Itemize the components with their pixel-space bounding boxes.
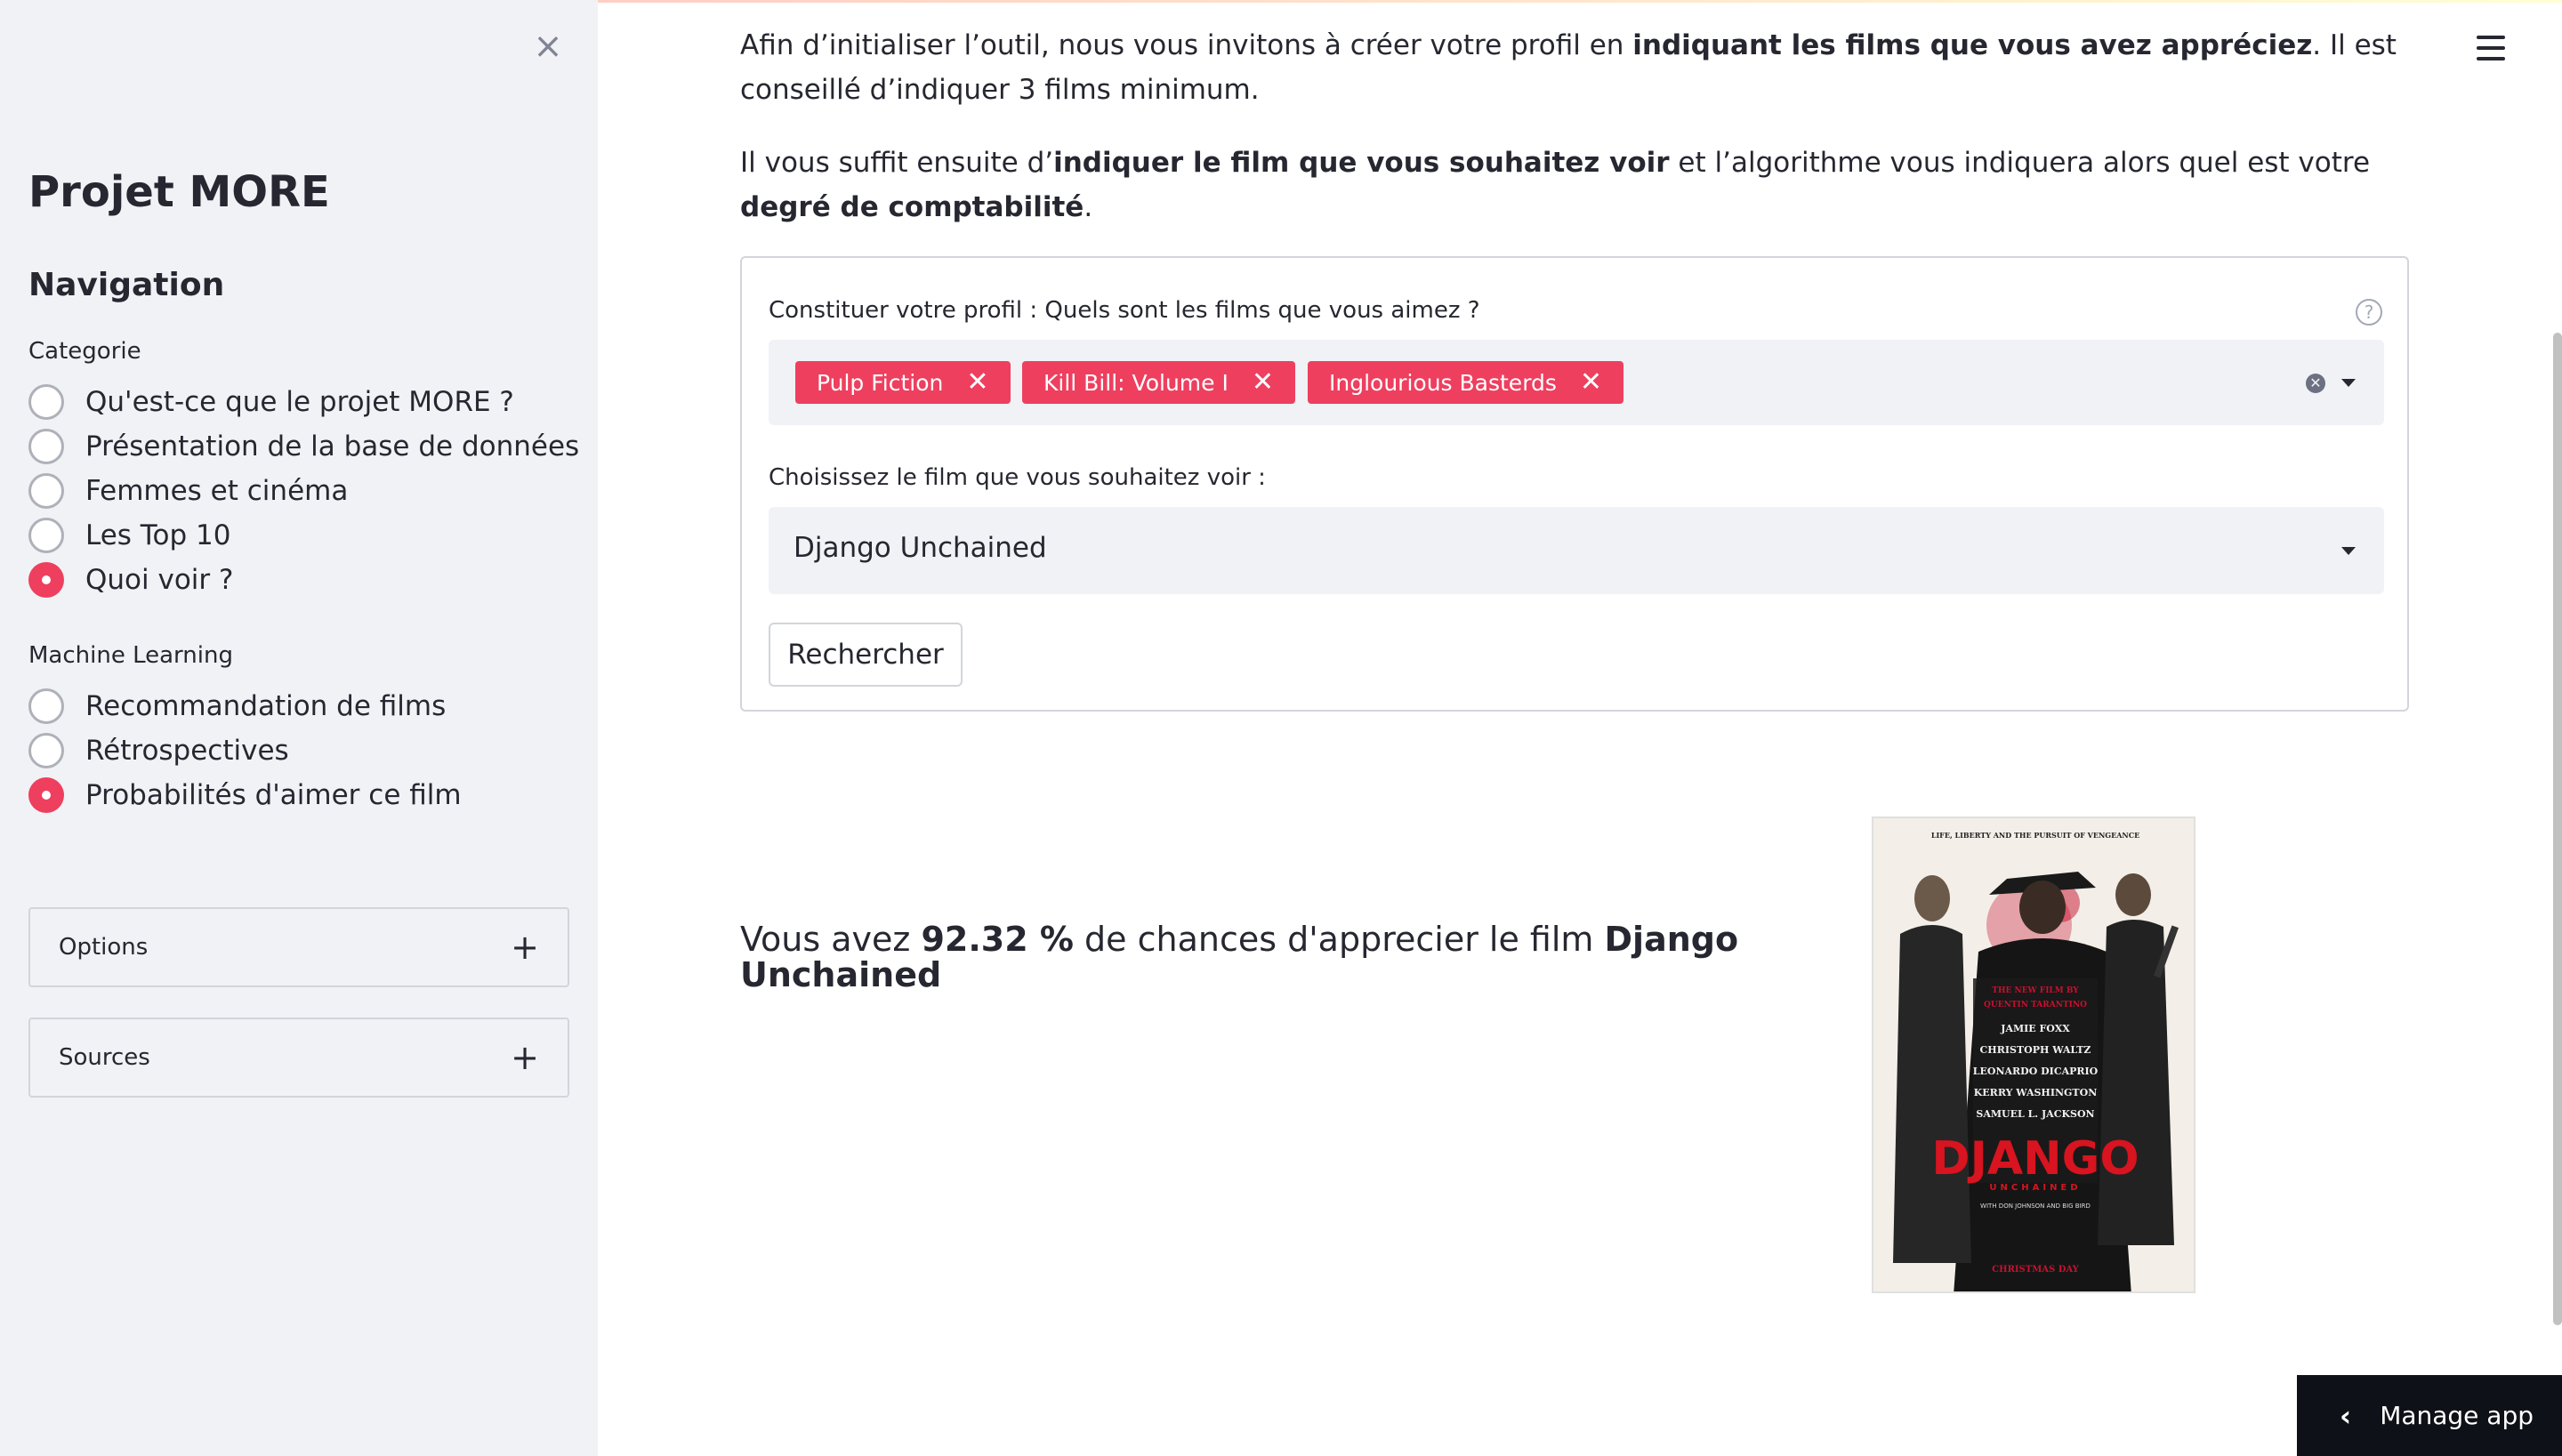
chevron-down-icon[interactable] [2341, 547, 2356, 555]
plus-icon: + [511, 1038, 539, 1077]
chip-remove-icon[interactable]: ✕ [1252, 369, 1274, 396]
sources-expander[interactable]: Sources + [28, 1018, 569, 1098]
radio-femmes-cinema[interactable]: Femmes et cinéma [28, 469, 348, 513]
radio-circle[interactable] [28, 733, 64, 768]
profile-field-label: Constituer votre profil : Quels sont les… [769, 297, 1480, 324]
poster-release: CHRISTMAS DAY [1992, 1265, 2080, 1275]
manage-app-button[interactable]: ‹ Manage app [2297, 1375, 2562, 1456]
radio-label: Les Top 10 [85, 519, 231, 551]
help-icon[interactable]: ? [2356, 299, 2382, 326]
close-sidebar-icon[interactable]: × [528, 27, 568, 66]
manage-app-label: Manage app [2380, 1401, 2534, 1430]
film-select-label: Choisissez le film que vous souhaitez vo… [769, 464, 1266, 491]
search-form: Constituer votre profil : Quels sont les… [740, 256, 2409, 712]
poster-cast-3: KERRY WASHINGTON [1974, 1087, 2098, 1098]
radio-top-10[interactable]: Les Top 10 [28, 513, 230, 558]
poster-cast-small: WITH DON JOHNSON AND BIG BIRD [1980, 1203, 2091, 1210]
radio-label: Probabilités d'aimer ce film [85, 779, 462, 811]
poster-new-film-by: THE NEW FILM BY [1992, 986, 2079, 995]
poster-subtitle: UNCHAINED [1989, 1183, 2081, 1193]
poster-tagline: LIFE, LIBERTY AND THE PURSUIT OF VENGEAN… [1931, 831, 2139, 840]
poster-title: DJANGO [1931, 1132, 2139, 1186]
radio-circle-selected[interactable] [28, 777, 64, 813]
movie-poster: LIFE, LIBERTY AND THE PURSUIT OF VENGEAN… [1872, 816, 2195, 1293]
result-text: Vous avez 92.32 % de chances d'apprecier… [740, 920, 1739, 994]
scrollbar[interactable] [2553, 333, 2562, 1325]
expander-label: Options [59, 934, 149, 961]
search-button[interactable]: Rechercher [769, 623, 963, 687]
radio-circle[interactable] [28, 384, 64, 420]
radio-label: Présentation de la base de données [85, 430, 580, 463]
hamburger-menu-icon[interactable] [2471, 30, 2510, 66]
chip-label: Kill Bill: Volume I [1043, 369, 1229, 396]
chip-label: Pulp Fiction [817, 369, 944, 396]
chip-remove-icon[interactable]: ✕ [1580, 369, 1602, 396]
poster-cast-1: CHRISTOPH WALTZ [1980, 1044, 2091, 1056]
radio-base-de-donnees[interactable]: Présentation de la base de données [28, 424, 579, 469]
radio-label: Quoi voir ? [85, 564, 234, 596]
radio-recommandation[interactable]: Recommandation de films [28, 684, 446, 728]
radio-probabilites[interactable]: Probabilités d'aimer ce film [28, 773, 462, 817]
radio-quoi-voir[interactable]: Quoi voir ? [28, 558, 233, 602]
options-expander[interactable]: Options + [28, 907, 569, 987]
poster-cast-0: JAMIE FOXX [2000, 1023, 2070, 1034]
sidebar-title: Projet MORE [28, 167, 330, 217]
film-select-value: Django Unchained [794, 532, 1047, 564]
machine-learning-label: Machine Learning [28, 642, 233, 669]
film-select[interactable]: Django Unchained [769, 507, 2384, 594]
intro-paragraph-2: Il vous suffit ensuite d’indiquer le fil… [740, 147, 2371, 223]
radio-circle[interactable] [28, 473, 64, 509]
radio-projet-more[interactable]: Qu'est-ce que le projet MORE ? [28, 380, 514, 424]
chevron-down-icon[interactable] [2341, 379, 2356, 387]
chip-label: Inglourious Basterds [1329, 369, 1557, 396]
chip-remove-icon[interactable]: ✕ [966, 369, 988, 396]
poster-cast-4: SAMUEL L. JACKSON [1976, 1108, 2094, 1120]
radio-circle-selected[interactable] [28, 562, 64, 598]
sidebar-subtitle: Navigation [28, 267, 225, 303]
expander-label: Sources [59, 1044, 150, 1071]
radio-retrospectives[interactable]: Rétrospectives [28, 728, 289, 773]
poster-cast-2: LEONARDO DICAPRIO [1973, 1066, 2099, 1077]
radio-circle[interactable] [28, 429, 64, 464]
chevron-left-icon: ‹ [2340, 1398, 2352, 1433]
radio-label: Femmes et cinéma [85, 475, 349, 507]
clear-all-icon[interactable]: ✕ [2306, 374, 2325, 393]
radio-label: Recommandation de films [85, 690, 447, 722]
plus-icon: + [511, 928, 539, 967]
radio-label: Qu'est-ce que le projet MORE ? [85, 386, 514, 418]
intro-paragraph-1: Afin d’initialiser l’outil, nous vous in… [740, 29, 2397, 106]
radio-label: Rétrospectives [85, 735, 289, 767]
sidebar: × Projet MORE Navigation Categorie Qu'es… [0, 0, 598, 1456]
chip-pulp-fiction: Pulp Fiction ✕ [795, 361, 1011, 404]
radio-circle[interactable] [28, 688, 64, 724]
profile-multiselect[interactable]: Pulp Fiction ✕ Kill Bill: Volume I ✕ Ing… [769, 340, 2384, 425]
radio-circle[interactable] [28, 518, 64, 553]
chip-kill-bill: Kill Bill: Volume I ✕ [1022, 361, 1295, 404]
categorie-label: Categorie [28, 338, 141, 365]
poster-director: QUENTIN TARANTINO [1984, 1001, 2087, 1010]
chip-inglourious-basterds: Inglourious Basterds ✕ [1308, 361, 1624, 404]
